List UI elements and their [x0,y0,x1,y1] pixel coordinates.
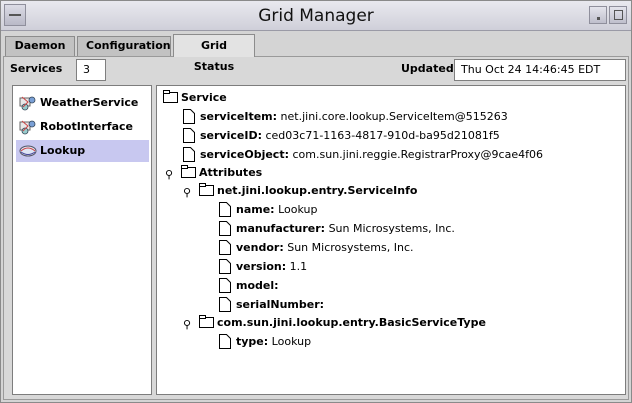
field-value: 1.1 [289,260,308,273]
field-key: name: [236,203,275,216]
list-item-robotinterface[interactable]: RobotInterface [16,116,149,138]
tree-node-service-info[interactable]: ⚲ net.jini.lookup.entry.ServiceInfo [183,182,443,200]
field-key: serviceItem: [200,110,278,123]
lookup-icon [19,145,37,157]
document-icon [219,297,231,312]
folder-icon [163,90,178,103]
folder-icon [199,183,214,196]
services-label: Services [10,62,63,75]
list-item-weatherservice[interactable]: WeatherService [16,92,149,114]
expanded-handle-icon[interactable]: ⚲ [183,316,191,334]
expanded-handle-icon[interactable]: ⚲ [165,166,173,184]
service-name: WeatherService [40,96,139,109]
field-key: serviceID: [200,129,262,142]
service-details-tree[interactable]: Service serviceItem: net.jini.core.looku… [156,85,626,395]
field-key: type: [236,335,269,348]
field-key: model: [236,279,279,292]
document-icon [183,128,195,143]
field-value: Sun Microsystems, Inc. [287,241,414,254]
document-icon [219,240,231,255]
maximize-button[interactable] [609,6,627,24]
document-icon [219,334,231,349]
field-key: manufacturer: [236,222,326,235]
document-icon [183,147,195,162]
list-item-lookup[interactable]: Lookup [16,140,149,162]
minimize-icon [597,17,600,20]
minimize-button[interactable] [589,6,607,24]
field-key: serviceObject: [200,148,289,161]
document-icon [219,202,231,217]
field-key: version: [236,260,287,273]
updated-field: Thu Oct 24 14:46:45 EDT 2002 [454,59,626,96]
tab-daemon[interactable]: Daemon [5,36,75,56]
document-icon [219,278,231,293]
service-name: Lookup [40,144,86,157]
field-value: Lookup [271,335,312,348]
tree-node-label: net.jini.lookup.entry.ServiceInfo [217,184,418,197]
field-value: Sun Microsystems, Inc. [328,222,455,235]
tree-node-label: com.sun.jini.lookup.entry.BasicServiceTy… [217,316,486,329]
tree-node-label: Attributes [199,166,263,179]
grid-manager-window: Grid Manager Daemon Configuration Grid S… [0,0,632,403]
document-icon [219,221,231,236]
title-bar[interactable]: Grid Manager [1,1,631,31]
field-value: ced03c71-1163-4817-910d-ba95d21081f5 [265,129,500,142]
maximize-icon [614,10,623,20]
services-count-field: 3 [76,59,106,81]
service-icon [19,120,36,135]
window-title: Grid Manager [258,6,374,26]
field-value: com.sun.jini.reggie.RegistrarProxy@9cae4… [292,148,543,161]
grid-status-panel: Services 3 Updated Thu Oct 24 14:46:45 E… [3,56,629,400]
folder-icon [199,315,214,328]
field-value: net.jini.core.lookup.ServiceItem@515263 [280,110,508,123]
folder-icon [181,165,196,178]
expanded-handle-icon[interactable]: ⚲ [183,184,191,202]
updated-label: Updated [401,62,454,75]
tree-node-attributes[interactable]: ⚲ Attributes [165,164,305,182]
tree-node-basic-service-type[interactable]: ⚲ com.sun.jini.lookup.entry.BasicService… [183,314,486,334]
field-key: serialNumber: [236,298,325,311]
service-name: RobotInterface [40,120,133,133]
services-list[interactable]: WeatherService RobotInterface Lookup [12,85,152,395]
field-value: Lookup [278,203,318,216]
tab-configuration[interactable]: Configuration [77,36,171,56]
tree-node-label: Service [181,91,227,104]
document-icon [219,259,231,274]
document-icon [183,109,195,124]
tab-grid-status[interactable]: Grid Status [173,34,255,73]
field-key: vendor: [236,241,284,254]
service-icon [19,96,36,111]
